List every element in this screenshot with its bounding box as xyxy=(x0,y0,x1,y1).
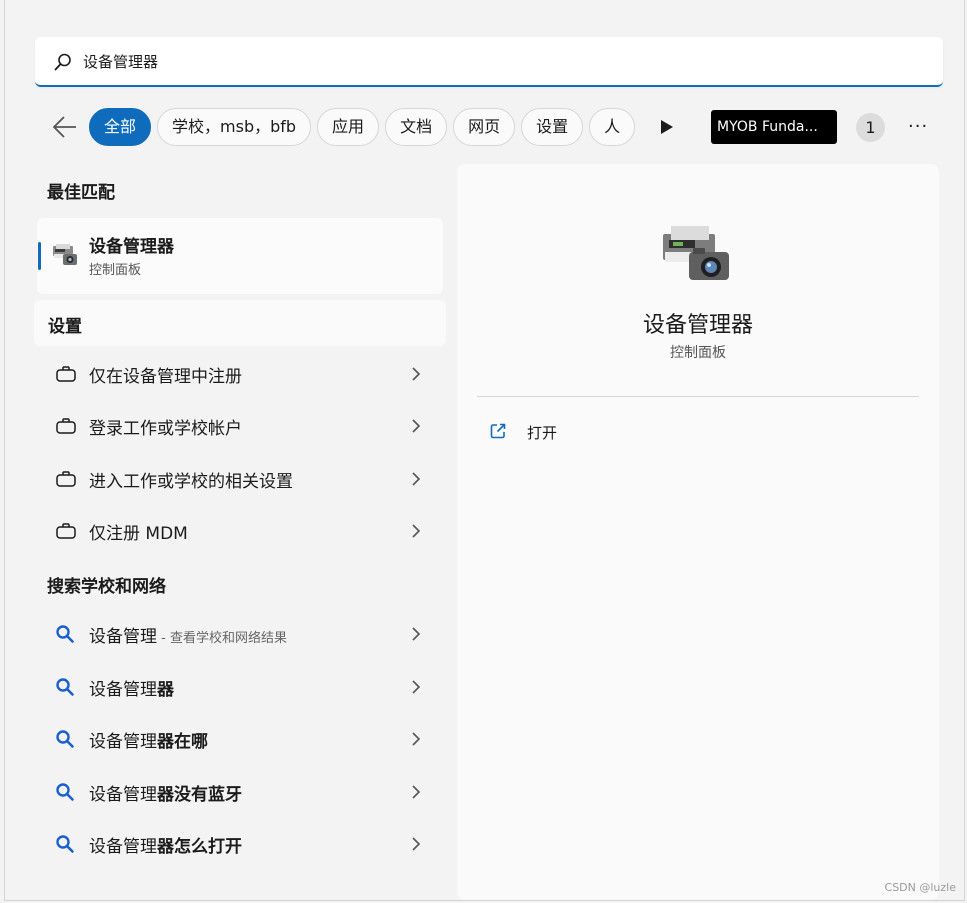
best-match-title: 设备管理器 xyxy=(89,237,174,257)
settings-item-label: 登录工作或学校帐户 xyxy=(89,419,242,439)
chevron-right-icon xyxy=(412,367,421,381)
web-search-item[interactable]: 设备管理器没有蓝牙 xyxy=(37,767,441,817)
best-match-subtitle: 控制面板 xyxy=(89,263,142,278)
settings-item-label: 仅在设备管理中注册 xyxy=(89,367,242,387)
chevron-right-icon xyxy=(412,680,421,694)
settings-item[interactable]: 仅注册 MDM xyxy=(37,506,441,556)
web-search-item[interactable]: 设备管理器在哪 xyxy=(37,714,441,764)
briefcase-icon xyxy=(56,523,76,539)
best-match-heading: 最佳匹配 xyxy=(47,183,115,203)
chip-people[interactable]: 人 xyxy=(589,108,636,146)
web-search-label: 设备管理器 xyxy=(89,680,174,700)
web-search-label: 设备管理器怎么打开 xyxy=(89,837,242,857)
settings-item[interactable]: 仅在设备管理中注册 xyxy=(37,349,441,399)
open-external-icon xyxy=(490,423,506,439)
open-action-label: 打开 xyxy=(527,424,558,442)
search-box[interactable] xyxy=(35,37,943,87)
chip-web[interactable]: 网页 xyxy=(453,108,516,146)
settings-heading-bar: 设置 xyxy=(34,300,446,346)
filter-chips: 全部 学校，msb，bfb 应用 文档 网页 设置人 xyxy=(89,108,637,148)
web-search-item[interactable]: 设备管理 - 查看学校和网络结果 xyxy=(37,609,441,659)
watermark: CSDN @luzle xyxy=(884,881,956,894)
settings-item-label: 仅注册 MDM xyxy=(89,524,188,544)
divider xyxy=(477,396,919,397)
chip-all[interactable]: 全部 xyxy=(89,108,152,146)
search-input[interactable] xyxy=(83,47,903,75)
briefcase-icon xyxy=(56,471,76,487)
web-search-heading: 搜索学校和网络 xyxy=(47,577,166,597)
chevron-right-icon xyxy=(412,785,421,799)
web-search-icon xyxy=(56,678,74,696)
detail-panel: 设备管理器 控制面板 打开 xyxy=(457,164,939,900)
chip-school[interactable]: 学校，msb，bfb xyxy=(157,108,312,146)
chevron-right-icon xyxy=(412,837,421,851)
web-search-icon xyxy=(56,730,74,748)
start-search-window: 全部学校，msb，bfb应用文档网页设置人 MYOB Funda... 1 ··… xyxy=(4,0,965,901)
settings-item[interactable]: 登录工作或学校帐户 xyxy=(37,401,441,451)
detail-title: 设备管理器 xyxy=(642,313,753,338)
web-search-label: 设备管理器没有蓝牙 xyxy=(89,785,242,805)
detail-subtitle: 控制面板 xyxy=(670,345,726,361)
more-options-button[interactable]: ··· xyxy=(908,116,928,137)
rewards-count-badge[interactable]: 1 xyxy=(856,113,885,142)
web-search-label: 设备管理器在哪 xyxy=(89,732,208,752)
briefcase-icon xyxy=(56,366,76,382)
web-search-icon xyxy=(56,625,74,643)
web-search-item[interactable]: 设备管理器 xyxy=(37,662,441,712)
web-search-label: 设备管理 - 查看学校和网络结果 xyxy=(89,627,287,647)
chevron-right-icon xyxy=(412,732,421,746)
settings-item-label: 进入工作或学校的相关设置 xyxy=(89,472,293,492)
chip-documents[interactable]: 文档 xyxy=(385,108,448,146)
scroll-right-icon[interactable] xyxy=(659,118,675,136)
web-search-icon xyxy=(56,835,74,853)
org-account-button[interactable]: MYOB Funda... xyxy=(711,110,837,144)
device-manager-icon xyxy=(53,244,77,265)
web-search-item[interactable]: 设备管理器怎么打开 xyxy=(37,819,441,869)
web-search-icon xyxy=(56,783,74,801)
chevron-right-icon xyxy=(412,472,421,486)
settings-item[interactable]: 进入工作或学校的相关设置 xyxy=(37,454,441,504)
selection-indicator xyxy=(38,242,41,270)
chevron-right-icon xyxy=(412,524,421,538)
chip-apps[interactable]: 应用 xyxy=(317,108,380,146)
best-match-result[interactable]: 设备管理器 控制面板 xyxy=(37,218,443,294)
device-manager-large-icon xyxy=(663,226,729,280)
settings-heading: 设置 xyxy=(48,317,82,337)
chevron-right-icon xyxy=(412,627,421,641)
back-arrow-icon[interactable] xyxy=(49,114,79,140)
search-icon xyxy=(54,53,71,71)
briefcase-icon xyxy=(56,418,76,434)
chevron-right-icon xyxy=(412,419,421,433)
chip-settings[interactable]: 设置 xyxy=(521,108,584,146)
